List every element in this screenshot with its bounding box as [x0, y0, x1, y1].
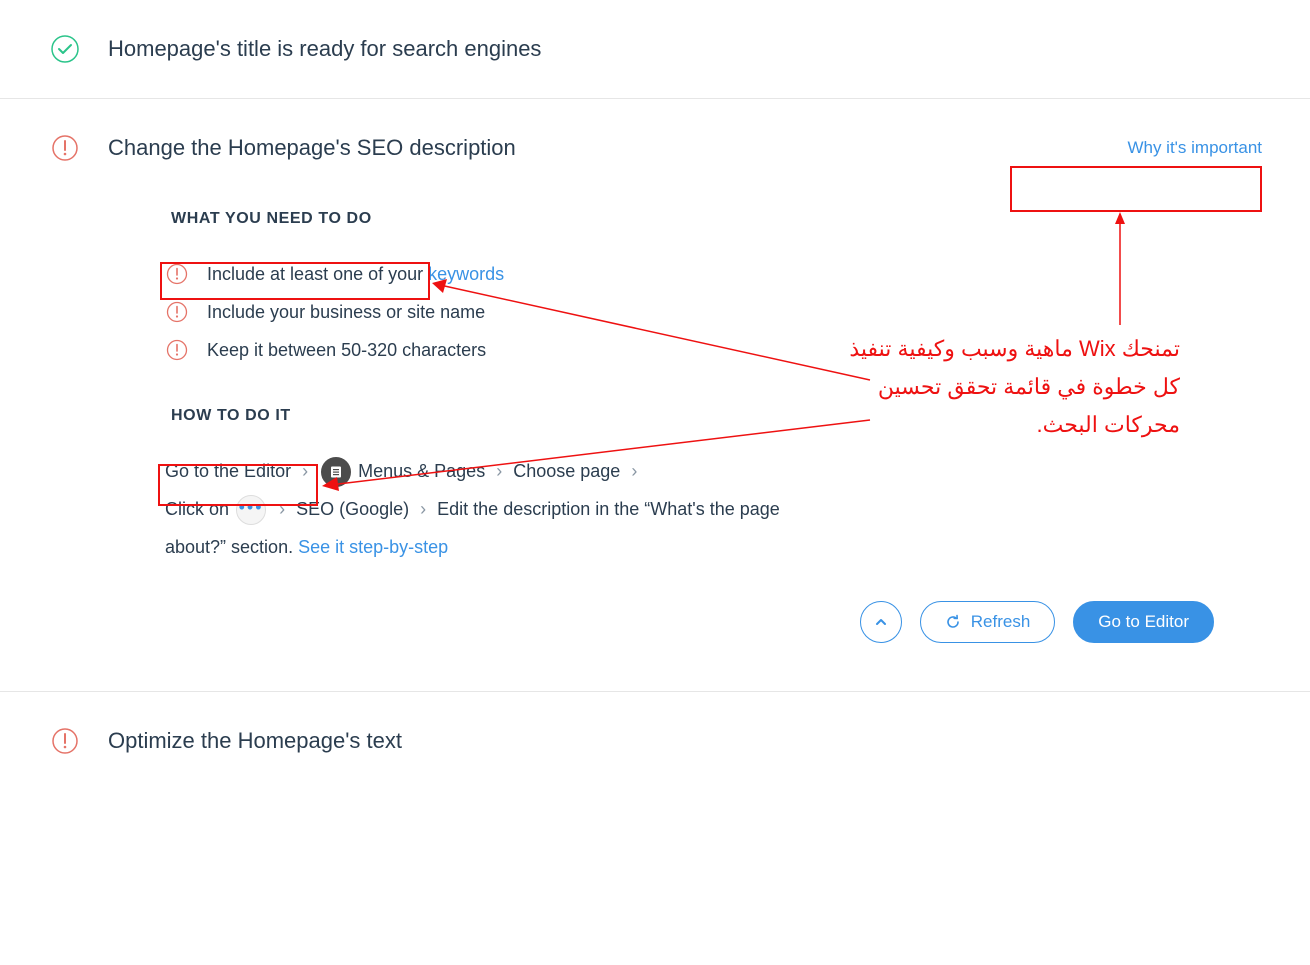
how-instructions: Go to the Editor Menus & Pages Choose pa… — [165, 452, 805, 566]
collapse-button[interactable] — [860, 601, 902, 643]
list-item: Include your business or site name — [165, 293, 945, 331]
more-menu-icon: ••• — [236, 495, 266, 525]
go-to-editor-button[interactable]: Go to Editor — [1073, 601, 1214, 643]
chevron-right-icon — [302, 461, 308, 481]
alert-icon — [50, 726, 80, 756]
how-heading: HOW TO DO IT — [165, 405, 297, 427]
list-item-text: Include your business or site name — [207, 302, 485, 323]
chevron-right-icon — [631, 461, 637, 481]
alert-icon — [50, 133, 80, 163]
why-important-link[interactable]: Why it's important — [1127, 138, 1262, 158]
alert-icon — [165, 262, 189, 286]
menus-pages-icon — [321, 457, 351, 487]
alert-icon — [165, 300, 189, 324]
task-title: Homepage's title is ready for search eng… — [108, 36, 1262, 62]
list-item-text: Include at least one of your keywords — [207, 264, 504, 285]
check-icon — [50, 34, 80, 64]
task-title: Optimize the Homepage's text — [108, 728, 1262, 754]
task-ready-row: Homepage's title is ready for search eng… — [0, 0, 1310, 99]
task-seo-desc-row: Change the Homepage's SEO description Wh… — [0, 99, 1310, 692]
what-heading: WHAT YOU NEED TO DO — [165, 208, 378, 230]
task-title: Change the Homepage's SEO description — [108, 135, 1099, 161]
refresh-button[interactable]: Refresh — [920, 601, 1056, 643]
task-optimize-text-row: Optimize the Homepage's text — [0, 692, 1310, 790]
list-item: Include at least one of your keywords — [165, 255, 945, 293]
chevron-right-icon — [496, 461, 502, 481]
list-item-text: Keep it between 50-320 characters — [207, 340, 486, 361]
keywords-link[interactable]: keywords — [428, 264, 504, 284]
chevron-right-icon — [420, 499, 426, 519]
what-list: Include at least one of your keywords In… — [165, 255, 945, 369]
chevron-right-icon — [279, 499, 285, 519]
refresh-icon — [945, 614, 961, 630]
step-by-step-link[interactable]: See it step-by-step — [298, 537, 448, 557]
list-item: Keep it between 50-320 characters — [165, 331, 945, 369]
alert-icon — [165, 338, 189, 362]
